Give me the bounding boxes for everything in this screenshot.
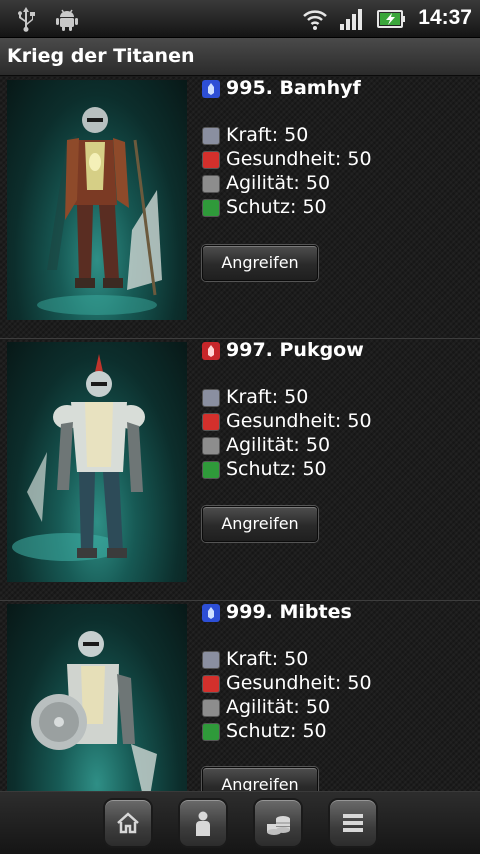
- attack-button[interactable]: Angreifen: [202, 767, 318, 791]
- enemy-name: 997. Pukgow: [226, 339, 364, 361]
- stat-health-text: Gesundheit: 50: [226, 148, 372, 170]
- heart-icon: [202, 675, 220, 693]
- fist-icon: [202, 127, 220, 145]
- stat-agility-text: Agilität: 50: [226, 696, 331, 718]
- faction-icon: [202, 80, 220, 98]
- attack-button[interactable]: Angreifen: [202, 506, 318, 542]
- shield-icon: [202, 461, 220, 479]
- enemy-row: 997. Pukgow Kraft: 50 Gesundheit: 50 Agi…: [0, 339, 480, 601]
- signal-icon: [340, 9, 362, 30]
- shield-icon: [202, 199, 220, 217]
- nav-coins-button[interactable]: [253, 798, 303, 848]
- bottom-nav: [0, 791, 480, 854]
- stat-defense-text: Schutz: 50: [226, 196, 327, 218]
- stat-agility-text: Agilität: 50: [226, 172, 331, 194]
- profile-icon: [196, 811, 210, 836]
- wifi-icon: [303, 10, 327, 30]
- enemy-portrait: [7, 80, 187, 320]
- enemy-portrait: [7, 604, 187, 791]
- stat-strength-text: Kraft: 50: [226, 124, 309, 146]
- agility-icon: [202, 175, 220, 193]
- nav-home-button[interactable]: [103, 798, 153, 848]
- stat-defense-text: Schutz: 50: [226, 458, 327, 480]
- enemy-row: 995. Bamhyf Kraft: 50 Gesundheit: 50 Agi…: [0, 77, 480, 339]
- coins-icon: [267, 816, 290, 835]
- agility-icon: [202, 437, 220, 455]
- app-title: Krieg der Titanen: [7, 45, 195, 67]
- fist-icon: [202, 651, 220, 669]
- stat-agility-text: Agilität: 50: [226, 434, 331, 456]
- enemy-list[interactable]: 995. Bamhyf Kraft: 50 Gesundheit: 50 Agi…: [0, 77, 480, 791]
- faction-icon: [202, 604, 220, 622]
- shield-icon: [202, 723, 220, 741]
- stat-health-text: Gesundheit: 50: [226, 672, 372, 694]
- enemy-portrait: [7, 342, 187, 582]
- enemy-name: 995. Bamhyf: [226, 77, 361, 99]
- nav-menu-button[interactable]: [328, 798, 378, 848]
- stat-defense-text: Schutz: 50: [226, 720, 327, 742]
- enemy-name: 999. Mibtes: [226, 601, 352, 623]
- faction-icon: [202, 342, 220, 360]
- app-title-bar: Krieg der Titanen: [0, 38, 480, 76]
- stat-strength-text: Kraft: 50: [226, 648, 309, 670]
- usb-icon: [18, 7, 35, 32]
- battery-charging-icon: [377, 10, 405, 28]
- fist-icon: [202, 389, 220, 407]
- heart-icon: [202, 413, 220, 431]
- stat-health-text: Gesundheit: 50: [226, 410, 372, 432]
- status-bar: 14:37: [0, 0, 480, 38]
- clock: 14:37: [418, 6, 472, 29]
- home-icon: [117, 812, 139, 834]
- attack-button[interactable]: Angreifen: [202, 245, 318, 281]
- heart-icon: [202, 151, 220, 169]
- android-debug-icon: [56, 9, 78, 31]
- stat-strength-text: Kraft: 50: [226, 386, 309, 408]
- agility-icon: [202, 699, 220, 717]
- menu-icon: [343, 814, 363, 832]
- enemy-row: 999. Mibtes Kraft: 50 Gesundheit: 50 Agi…: [0, 601, 480, 791]
- nav-profile-button[interactable]: [178, 798, 228, 848]
